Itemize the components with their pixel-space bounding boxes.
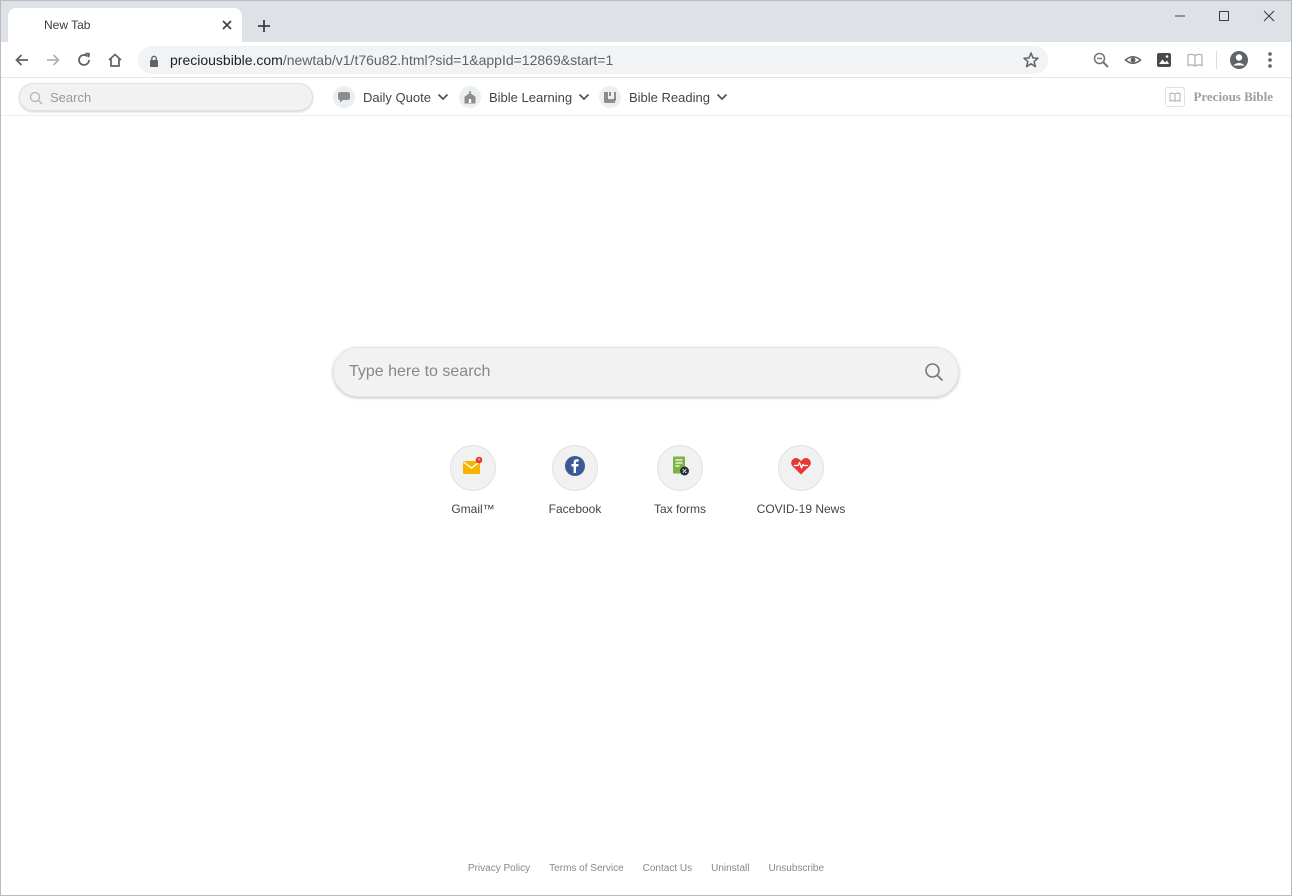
tile-covid-news[interactable]: COVID-19 News xyxy=(746,445,856,516)
browser-toolbar: preciousbible.com/newtab/v1/t76u82.html?… xyxy=(0,42,1292,78)
open-book-icon xyxy=(1165,87,1186,107)
chevron-down-icon xyxy=(437,93,449,101)
chevron-down-icon xyxy=(578,93,590,101)
quote-icon xyxy=(333,86,355,108)
eye-extension-icon[interactable] xyxy=(1120,47,1146,73)
search-icon xyxy=(29,91,43,110)
new-tab-icon[interactable] xyxy=(252,14,276,38)
close-window-icon[interactable] xyxy=(1246,1,1292,31)
profile-avatar-icon[interactable] xyxy=(1226,47,1252,73)
menu-label: Bible Reading xyxy=(629,89,710,105)
more-options-icon[interactable] xyxy=(1257,47,1283,73)
extension-header: Search Daily Quote Bible Learning Bible … xyxy=(1,78,1291,116)
open-book-extension-icon[interactable] xyxy=(1182,47,1208,73)
footer-link-privacy-policy[interactable]: Privacy Policy xyxy=(468,863,530,874)
footer-link-unsubscribe[interactable]: Unsubscribe xyxy=(768,863,824,874)
footer-link-uninstall[interactable]: Uninstall xyxy=(711,863,749,874)
heart-pulse-icon xyxy=(790,456,812,481)
reload-icon[interactable] xyxy=(71,47,97,73)
forward-icon[interactable] xyxy=(40,47,66,73)
maximize-icon[interactable] xyxy=(1201,1,1247,31)
menu-bible-reading[interactable]: Bible Reading xyxy=(599,83,728,111)
tile-label: Tax forms xyxy=(653,502,706,516)
tile-circle xyxy=(450,445,496,491)
brand-logo[interactable]: Precious Bible xyxy=(1165,87,1273,107)
tile-gmail[interactable]: Gmail™ xyxy=(418,445,528,516)
menu-label: Bible Learning xyxy=(489,89,573,105)
chevron-down-icon xyxy=(716,93,728,101)
main-search-placeholder: Type here to search xyxy=(349,363,491,380)
home-icon[interactable] xyxy=(102,47,128,73)
toolbar-separator xyxy=(1216,51,1217,69)
tile-label: Gmail™ xyxy=(451,502,495,516)
tab-title: New Tab xyxy=(44,18,91,32)
tax-forms-icon xyxy=(669,455,691,482)
tab-strip: New Tab xyxy=(0,0,1292,43)
footer-links: Privacy Policy Terms of Service Contact … xyxy=(0,863,1292,874)
facebook-icon xyxy=(564,455,586,482)
tile-label: Facebook xyxy=(548,502,602,516)
footer-link-contact-us[interactable]: Contact Us xyxy=(643,863,692,874)
tile-circle xyxy=(552,445,598,491)
menu-bible-learning[interactable]: Bible Learning xyxy=(459,83,590,111)
brand-name: Precious Bible xyxy=(1193,89,1273,104)
gmail-icon xyxy=(462,456,484,481)
address-bar[interactable]: preciousbible.com/newtab/v1/t76u82.html?… xyxy=(138,46,1048,74)
menu-label: Daily Quote xyxy=(363,89,431,105)
tile-tax-forms[interactable]: Tax forms xyxy=(625,445,735,516)
header-search-input[interactable]: Search xyxy=(19,83,313,111)
tile-circle xyxy=(778,445,824,491)
image-extension-icon[interactable] xyxy=(1151,47,1177,73)
search-icon[interactable] xyxy=(924,362,944,387)
church-icon xyxy=(459,86,481,108)
tab-new-tab[interactable]: New Tab xyxy=(8,8,242,43)
header-search-placeholder: Search xyxy=(50,90,92,105)
tile-circle xyxy=(657,445,703,491)
tile-label: COVID-19 News xyxy=(756,502,846,516)
url-path: /newtab/v1/t76u82.html?sid=1&appId=12869… xyxy=(282,52,614,68)
book-icon xyxy=(599,86,621,108)
minimize-icon[interactable] xyxy=(1157,1,1203,31)
footer-link-terms-of-service[interactable]: Terms of Service xyxy=(549,863,623,874)
tile-facebook[interactable]: Facebook xyxy=(520,445,630,516)
back-icon[interactable] xyxy=(9,47,35,73)
zoom-icon[interactable] xyxy=(1088,47,1114,73)
main-search-input[interactable]: Type here to search xyxy=(333,347,959,397)
lock-icon[interactable] xyxy=(149,54,159,72)
url-host: preciousbible.com xyxy=(170,52,283,68)
menu-daily-quote[interactable]: Daily Quote xyxy=(333,83,449,111)
tab-close-icon[interactable] xyxy=(219,17,235,33)
url-text: preciousbible.com/newtab/v1/t76u82.html?… xyxy=(170,52,613,68)
bookmark-star-icon[interactable] xyxy=(1022,51,1040,74)
